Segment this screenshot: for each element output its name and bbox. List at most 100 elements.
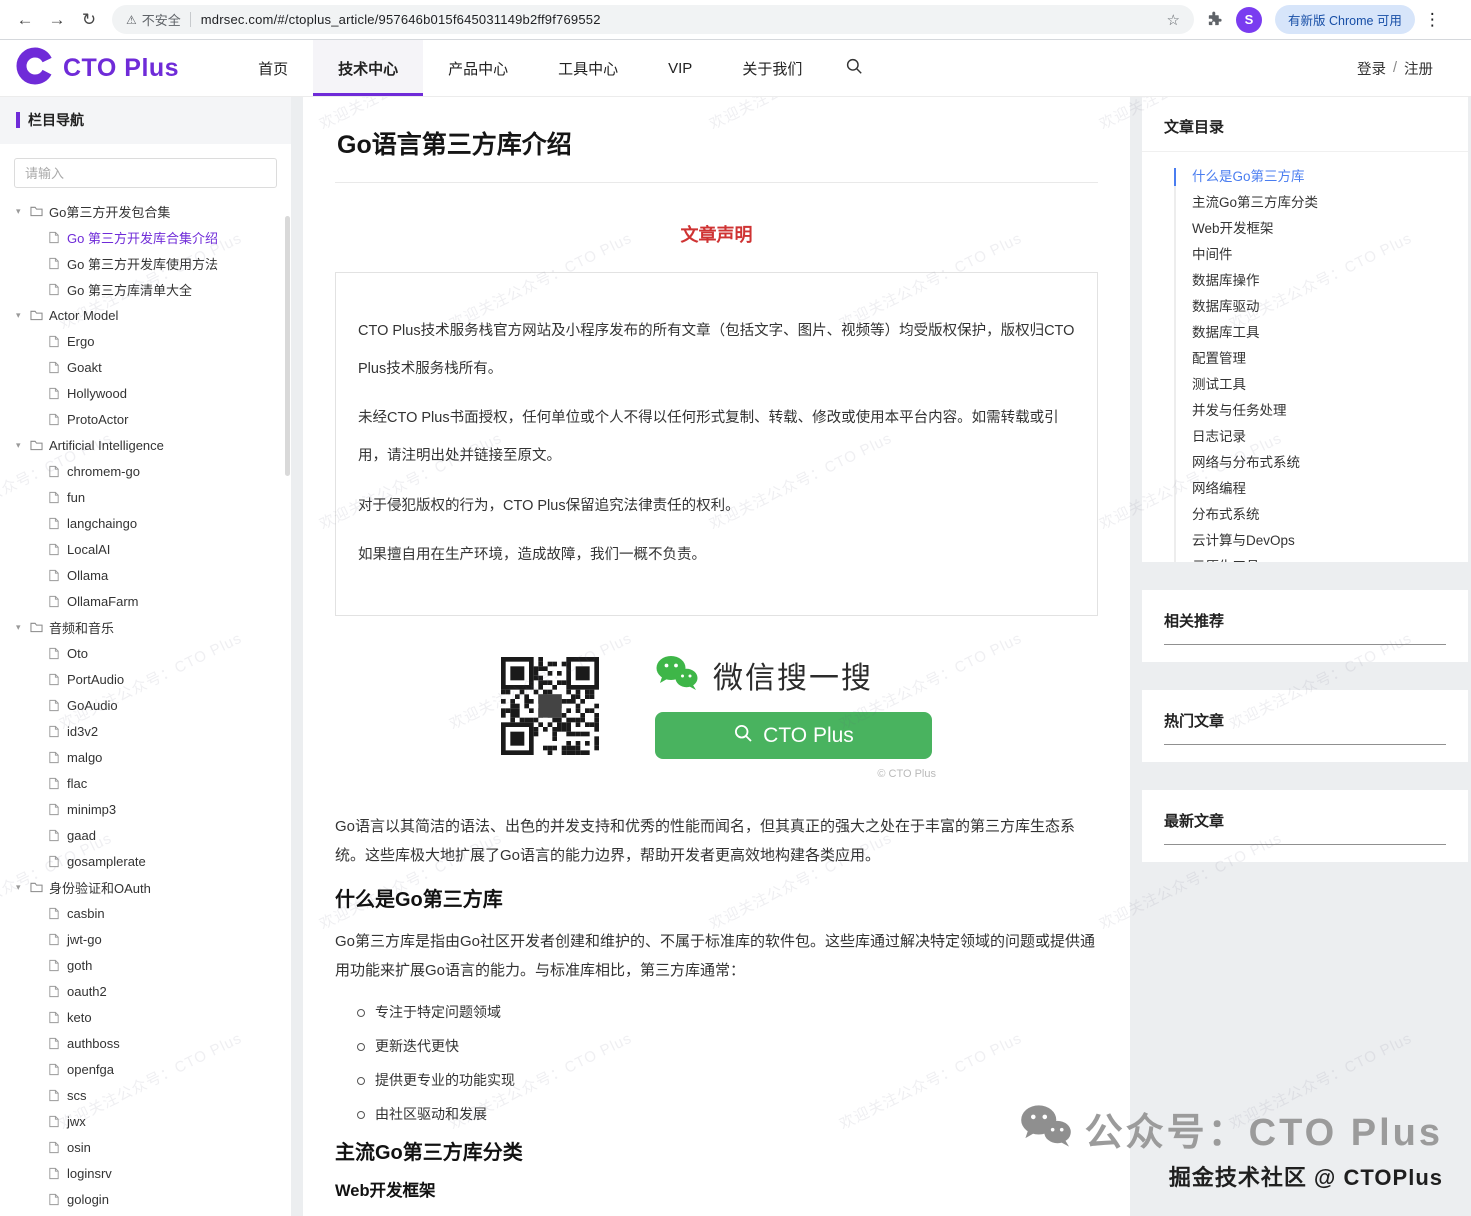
tree-item[interactable]: osin [0, 1134, 291, 1160]
tree-item[interactable]: casbin [0, 900, 291, 926]
back-button[interactable]: ← [10, 5, 40, 35]
bookmark-star-icon[interactable]: ☆ [1167, 11, 1180, 29]
toc-item[interactable]: 分布式系统 [1142, 502, 1468, 528]
toc-item[interactable]: 数据库工具 [1142, 320, 1468, 346]
tree-group-0[interactable]: ▾Go第三方开发包合集 [0, 198, 291, 224]
wechat-search-button[interactable]: CTO Plus [655, 712, 932, 759]
tree-group-2[interactable]: ▾Artificial Intelligence [0, 432, 291, 458]
tree-item[interactable]: openfga [0, 1056, 291, 1082]
tree-item[interactable]: LocalAI [0, 536, 291, 562]
chrome-update-button[interactable]: 有新版 Chrome 可用 [1275, 5, 1415, 34]
tree-item[interactable]: gorbac [0, 1212, 291, 1216]
declaration-heading: 文章声明 [335, 225, 1098, 246]
bullet-list: 专注于特定问题领域更新迭代更快提供更专业的功能实现由社区驱动和发展 [335, 1003, 1098, 1124]
folder-icon [30, 439, 49, 451]
auth-links: 登录 / 注册 [1357, 40, 1471, 96]
tree-item[interactable]: Goakt [0, 354, 291, 380]
tree-item[interactable]: Ergo [0, 328, 291, 354]
toc-item[interactable]: 云计算与DevOps [1142, 528, 1468, 554]
tree-item[interactable]: keto [0, 1004, 291, 1030]
article-content: Go语言第三方库介绍 文章声明 CTO Plus技术服务栈官方网站及小程序发布的… [303, 96, 1130, 1216]
tree-item[interactable]: loginsrv [0, 1160, 291, 1186]
file-icon [48, 517, 67, 530]
tree-item[interactable]: fun [0, 484, 291, 510]
nav-item-3[interactable]: 工具中心 [533, 40, 643, 96]
toc-item[interactable]: 主流Go第三方库分类 [1142, 190, 1468, 216]
file-icon [48, 1063, 67, 1076]
nav-item-5[interactable]: 关于我们 [717, 40, 827, 96]
title-accent-bar [16, 112, 20, 128]
forward-button[interactable]: → [42, 5, 72, 35]
tree-item[interactable]: Go 第三方库清单大全 [0, 276, 291, 302]
tree-item[interactable]: Oto [0, 640, 291, 666]
register-link[interactable]: 注册 [1404, 58, 1433, 79]
tree-item-label: gologin [67, 1192, 109, 1207]
tree-item-label: keto [67, 1010, 92, 1025]
refresh-button[interactable]: ↻ [74, 5, 104, 35]
toc-item[interactable]: 并发与任务处理 [1142, 398, 1468, 424]
tree-item[interactable]: Ollama [0, 562, 291, 588]
toc-item[interactable]: Web开发框架 [1142, 216, 1468, 242]
nav-item-0[interactable]: 首页 [233, 40, 313, 96]
file-icon [48, 1037, 67, 1050]
tree-group-3[interactable]: ▾音频和音乐 [0, 614, 291, 640]
profile-avatar[interactable]: S [1236, 7, 1262, 33]
tree-item[interactable]: oauth2 [0, 978, 291, 1004]
tree-item-label: gaad [67, 828, 96, 843]
tree-item[interactable]: chromem-go [0, 458, 291, 484]
tree-item[interactable]: OllamaFarm [0, 588, 291, 614]
header-search-button[interactable] [827, 40, 881, 96]
tree-item[interactable]: flac [0, 770, 291, 796]
wechat-qr-section: 微信搜一搜 CTO Plus © CTO Plus [335, 636, 1098, 776]
nav-item-4[interactable]: VIP [643, 40, 717, 96]
bullet-item: 提供更专业的功能实现 [335, 1071, 1098, 1090]
tree-item[interactable]: ProtoActor [0, 406, 291, 432]
toc-item[interactable]: 测试工具 [1142, 372, 1468, 398]
tree-item[interactable]: minimp3 [0, 796, 291, 822]
tree-group-1[interactable]: ▾Actor Model [0, 302, 291, 328]
toc-item[interactable]: 网络与分布式系统 [1142, 450, 1468, 476]
file-icon [48, 1141, 67, 1154]
toc-item[interactable]: 什么是Go第三方库 [1142, 164, 1468, 190]
sidebar-scrollbar[interactable] [285, 216, 290, 476]
tree-item[interactable]: GoAudio [0, 692, 291, 718]
tree-item[interactable]: malgo [0, 744, 291, 770]
tree-item[interactable]: gaad [0, 822, 291, 848]
sidebar-tree: ▾Go第三方开发包合集Go 第三方开发库合集介绍Go 第三方开发库使用方法Go … [0, 198, 291, 1216]
toc-item[interactable]: 数据库操作 [1142, 268, 1468, 294]
tree-group-4[interactable]: ▾身份验证和OAuth [0, 874, 291, 900]
file-icon [48, 283, 67, 296]
tree-item[interactable]: Go 第三方开发库使用方法 [0, 250, 291, 276]
toc-item[interactable]: 中间件 [1142, 242, 1468, 268]
what-paragraph: Go第三方库是指由Go社区开发者创建和维护的、不属于标准库的软件包。这些库通过解… [335, 927, 1098, 986]
chevron-down-icon: ▾ [16, 310, 30, 321]
toc-item[interactable]: 数据库驱动 [1142, 294, 1468, 320]
tree-item[interactable]: scs [0, 1082, 291, 1108]
tree-item[interactable]: gologin [0, 1186, 291, 1212]
nav-item-1[interactable]: 技术中心 [313, 40, 423, 96]
tree-item[interactable]: id3v2 [0, 718, 291, 744]
tree-item[interactable]: langchaingo [0, 510, 291, 536]
toc-item[interactable]: 网络编程 [1142, 476, 1468, 502]
file-icon [48, 985, 67, 998]
toc-item[interactable]: 日志记录 [1142, 424, 1468, 450]
tree-item[interactable]: goth [0, 952, 291, 978]
file-icon [48, 725, 67, 738]
tree-item[interactable]: PortAudio [0, 666, 291, 692]
login-link[interactable]: 登录 [1357, 58, 1386, 79]
sidebar-search-input[interactable] [14, 158, 277, 188]
extensions-icon[interactable] [1206, 11, 1223, 28]
tree-item[interactable]: authboss [0, 1030, 291, 1056]
tree-item[interactable]: gosamplerate [0, 848, 291, 874]
tree-item[interactable]: jwx [0, 1108, 291, 1134]
tree-item[interactable]: Go 第三方开发库合集介绍 [0, 224, 291, 250]
toc-item[interactable]: 配置管理 [1142, 346, 1468, 372]
browser-menu-icon[interactable]: ⋮ [1424, 10, 1441, 30]
address-bar[interactable]: ⚠ 不安全 mdrsec.com/#/ctoplus_article/95764… [112, 5, 1194, 34]
nav-item-2[interactable]: 产品中心 [423, 40, 533, 96]
tree-item[interactable]: Hollywood [0, 380, 291, 406]
toc-item[interactable]: 云原生工具 [1142, 554, 1468, 562]
tree-item-label: chromem-go [67, 464, 140, 479]
site-logo[interactable]: CTO Plus [0, 40, 201, 96]
tree-item[interactable]: jwt-go [0, 926, 291, 952]
